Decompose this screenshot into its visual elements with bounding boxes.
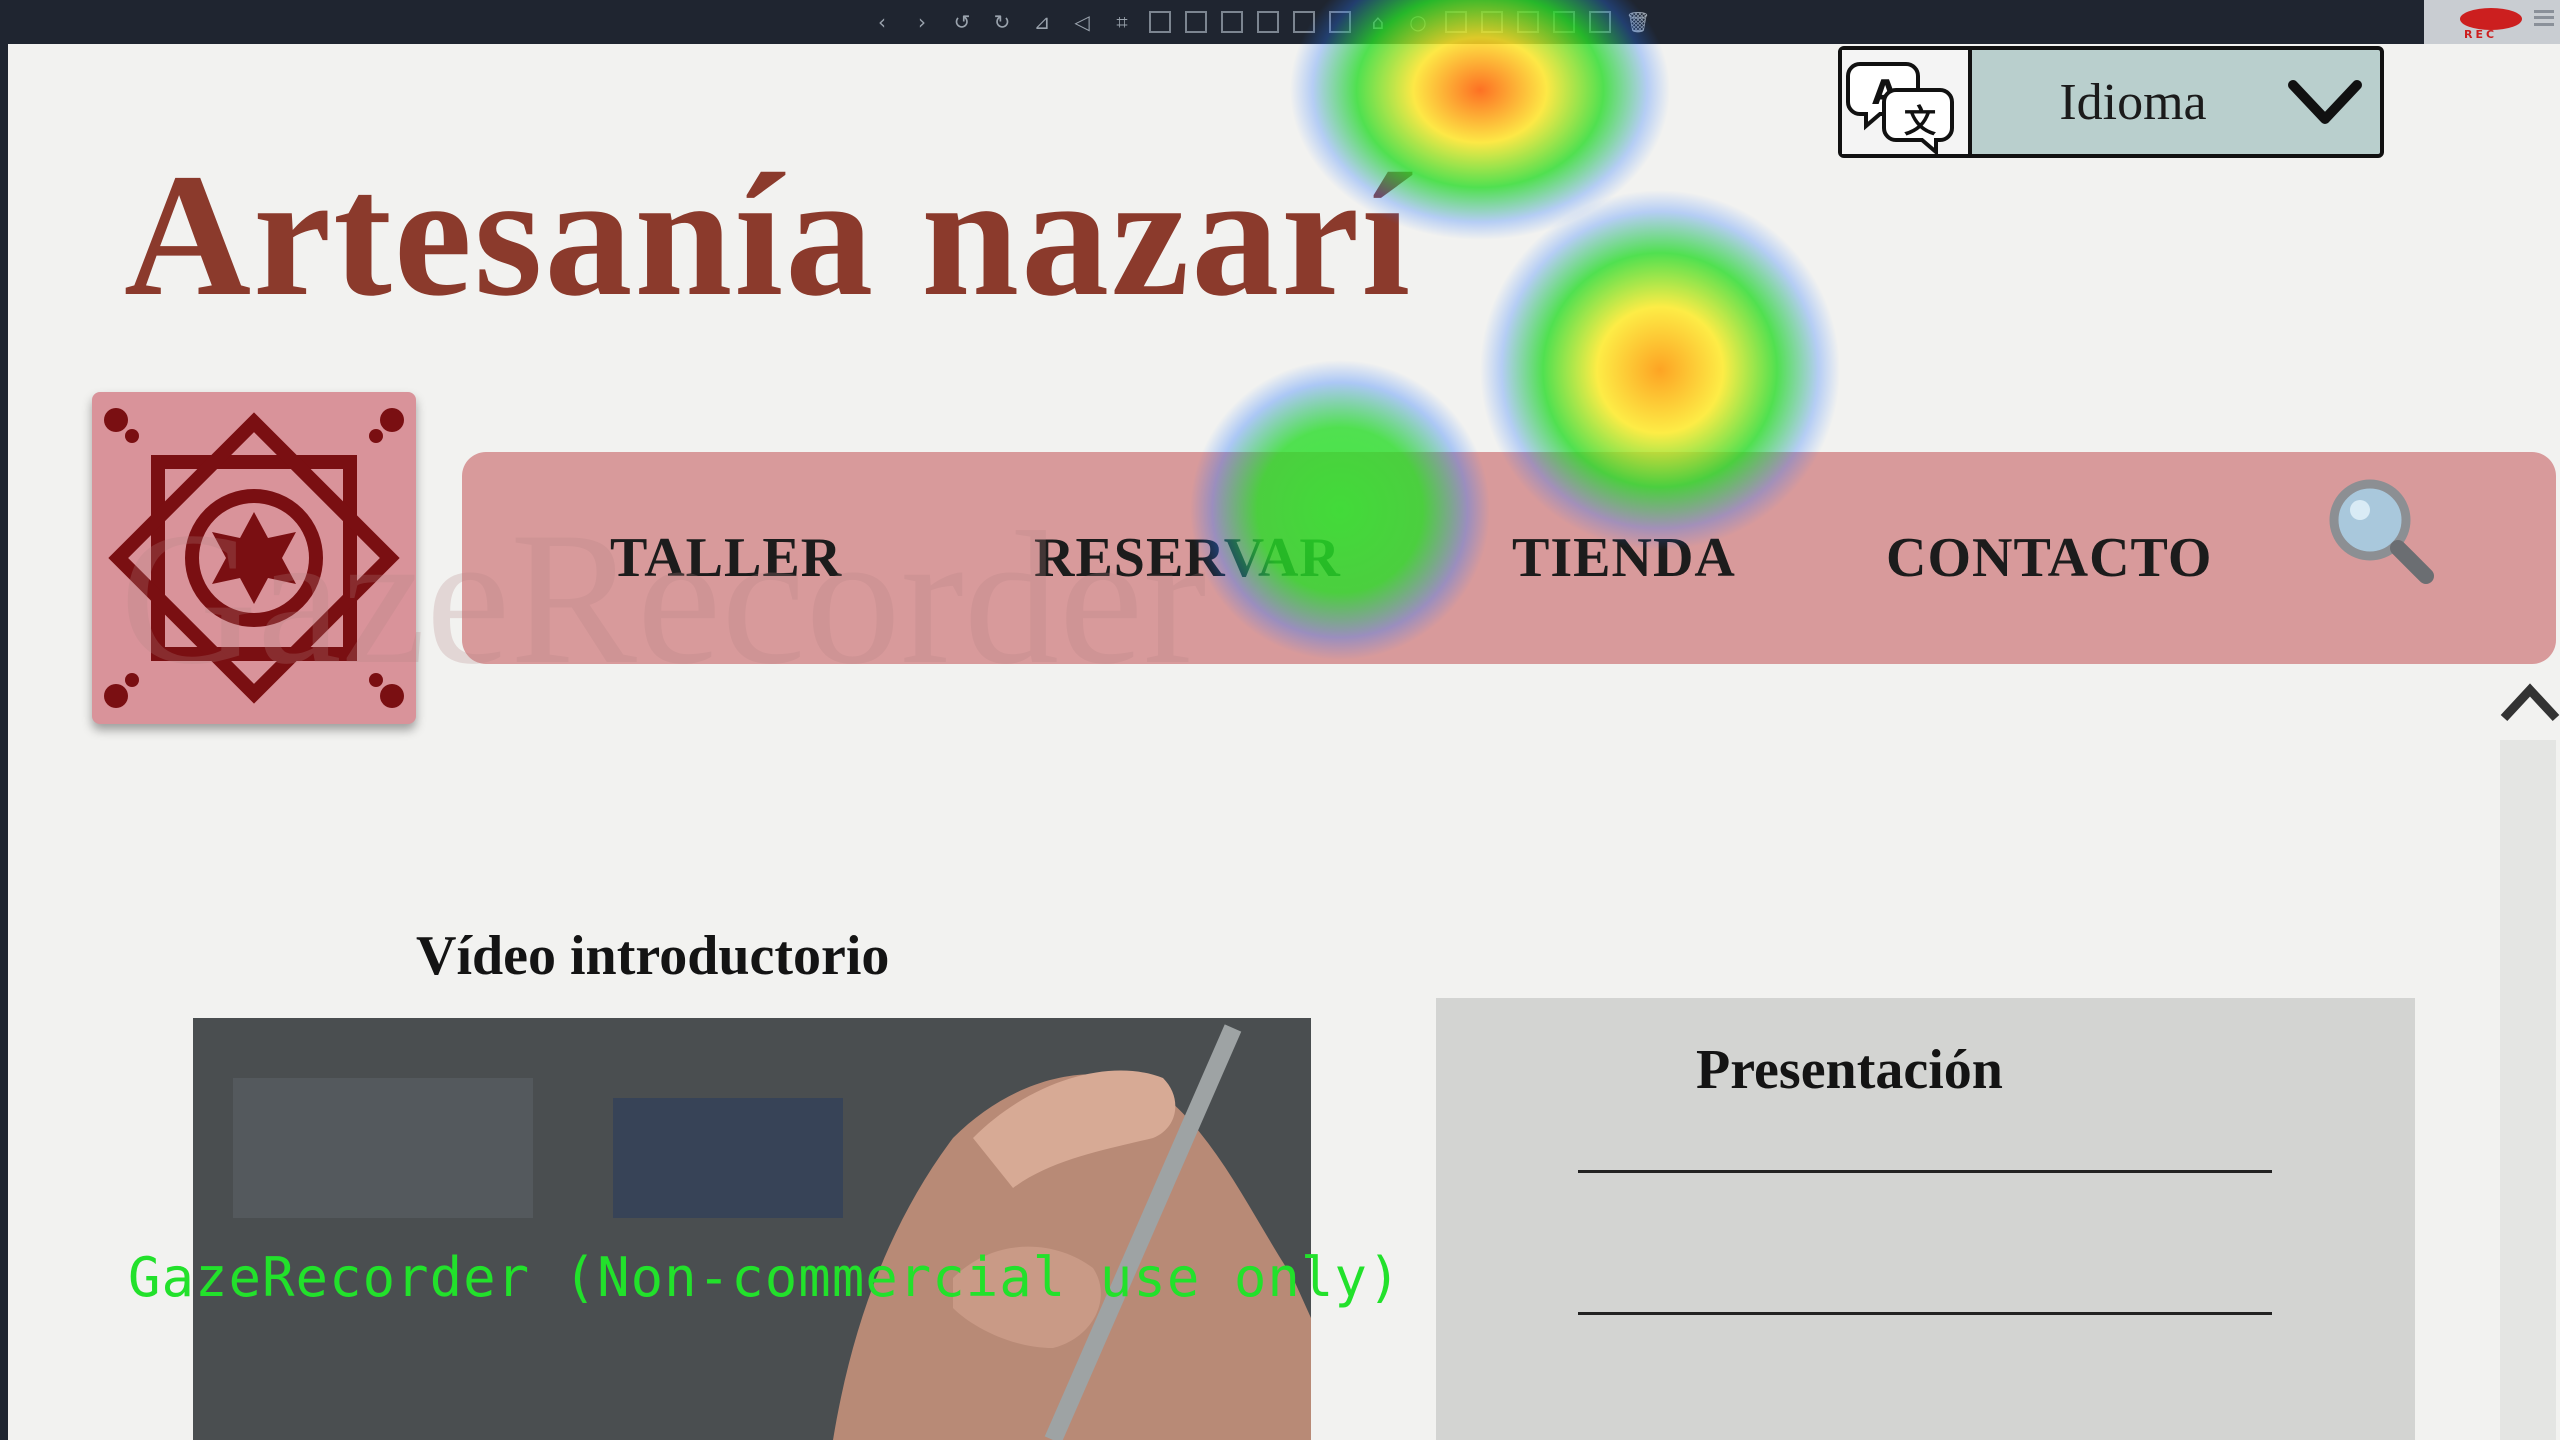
window-frame [0,44,8,1440]
undo-icon[interactable]: ↺ [949,9,975,35]
language-label: Idioma [2059,73,2207,131]
nav-item-contacto[interactable]: CONTACTO [1886,526,2212,590]
tool-l-icon[interactable] [1553,11,1575,33]
record-indicator[interactable]: REC [2424,0,2560,44]
tool-j-icon[interactable] [1481,11,1503,33]
tool-f-icon[interactable] [1329,11,1351,33]
tool-g-icon[interactable]: ⌂ [1365,9,1391,35]
redo-icon[interactable]: ↻ [989,9,1015,35]
search-icon[interactable] [2322,472,2442,592]
nav-item-tienda[interactable]: TIENDA [1512,526,1736,590]
translate-icon: A 文 [1842,50,1972,157]
main-nav: TALLER RESERVAR TIENDA CONTACTO [462,452,2556,664]
divider [1578,1312,2272,1315]
crop-icon[interactable]: ⌗ [1109,9,1135,35]
record-dot-icon [2460,8,2522,30]
tool-d-icon[interactable] [1257,11,1279,33]
scrollbar-track[interactable] [2500,740,2556,1440]
video-title: Vídeo introductorio [416,925,890,987]
intro-video[interactable] [193,1018,1311,1440]
forward-icon[interactable]: › [909,9,935,35]
svg-text:文: 文 [1904,102,1936,140]
tool-a-icon[interactable] [1149,11,1171,33]
language-selector[interactable]: A 文 Idioma [1838,46,2384,158]
chevron-up-icon[interactable] [2500,668,2560,748]
divider [1578,1170,2272,1173]
tool-m-icon[interactable] [1589,11,1611,33]
gazerecorder-notice: GazeRecorder (Non-commercial use only) [128,1246,1402,1309]
tool-b-icon[interactable] [1185,11,1207,33]
logo[interactable] [92,392,416,724]
flip-icon[interactable]: ⊿ [1029,9,1055,35]
tool-i-icon[interactable] [1445,11,1467,33]
tool-k-icon[interactable] [1517,11,1539,33]
nav-item-taller[interactable]: TALLER [610,526,842,590]
recorder-toolbar: ‹ › ↺ ↻ ⊿ ◁ ⌗ ⌂ ○ 🗑 [0,0,2560,44]
tool-e-icon[interactable] [1293,11,1315,33]
record-label: REC [2464,28,2498,41]
nav-item-reservar[interactable]: RESERVAR [1034,526,1341,590]
site-title[interactable]: Artesanía nazarí [124,148,1412,324]
presentation-title: Presentación [1696,1039,2003,1101]
presentation-panel: Presentación [1436,998,2415,1440]
tool-c-icon[interactable] [1221,11,1243,33]
menu-icon[interactable] [2534,10,2554,26]
chevron-down-icon[interactable] [2270,50,2380,154]
tool-h-icon[interactable]: ○ [1405,9,1431,35]
delete-icon[interactable]: 🗑 [1625,9,1651,35]
rotate-icon[interactable]: ◁ [1069,9,1095,35]
back-icon[interactable]: ‹ [869,9,895,35]
